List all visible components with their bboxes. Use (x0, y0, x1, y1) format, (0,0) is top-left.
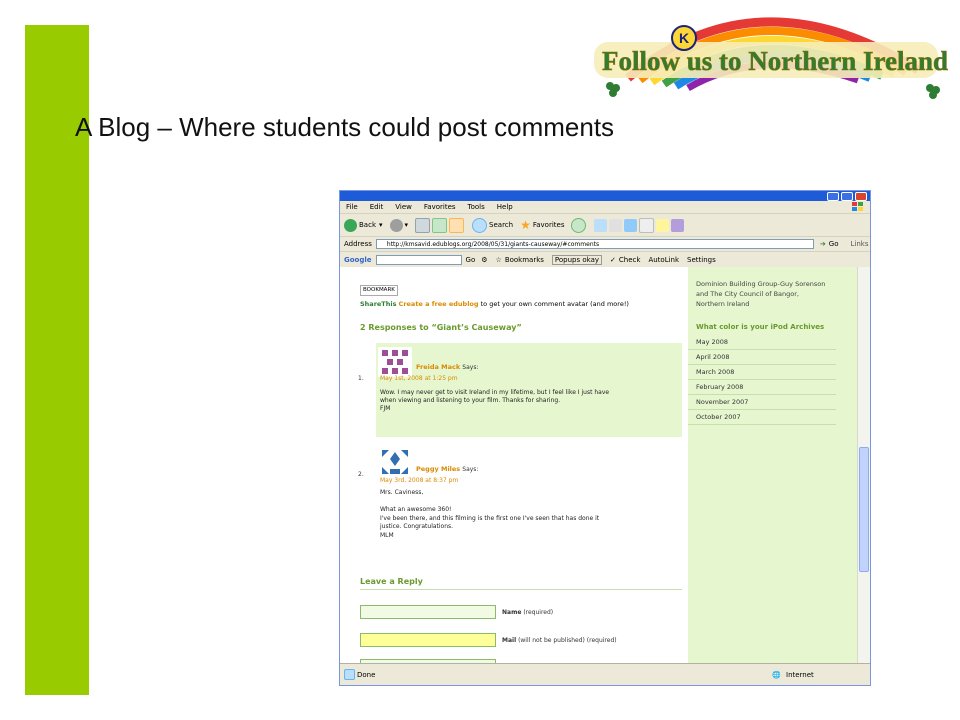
messenger-icon[interactable] (671, 218, 685, 232)
back-button[interactable]: Back ▾ (344, 218, 383, 232)
menu-bar: File Edit View Favorites Tools Help (340, 201, 870, 213)
browser-screenshot: File Edit View Favorites Tools Help Back… (339, 190, 871, 686)
bookmark-button[interactable]: BOOKMARK (360, 285, 398, 296)
rainbow-logo-icon: K Follow us to Northern Ireland (594, 17, 948, 99)
links-label[interactable]: Links (850, 240, 868, 248)
mail-icon[interactable] (594, 218, 608, 232)
google-logo: Google (344, 256, 372, 264)
status-text: Done (357, 670, 376, 679)
menu-file[interactable]: File (346, 203, 358, 211)
zone-globe-icon: 🌐 (772, 670, 781, 679)
refresh-icon[interactable] (432, 217, 448, 233)
go-button[interactable]: Go (829, 240, 839, 248)
stop-icon[interactable] (415, 217, 431, 233)
menu-tools[interactable]: Tools (468, 203, 485, 211)
windows-flag-icon (852, 202, 863, 211)
zone-text: Internet (786, 670, 814, 679)
star-icon: ★ (520, 218, 531, 232)
menu-view[interactable]: View (395, 203, 412, 211)
logo-text: Follow us to Northern Ireland (602, 46, 948, 76)
blog-sidebar: Dominion Building Group-Guy Sorenson and… (688, 267, 860, 665)
address-label: Address (344, 240, 372, 248)
identicon-avatar-icon (378, 447, 412, 477)
identicon-avatar-icon (378, 347, 412, 377)
menu-favorites[interactable]: Favorites (424, 203, 456, 211)
sidebar-intro: Dominion Building Group-Guy Sorenson and… (696, 280, 826, 308)
forward-arrow-icon (389, 218, 403, 232)
blog-main-column: BOOKMARK ShareThis Create a free edublog… (340, 267, 688, 667)
archives-heading: What color is your iPod Archives (696, 323, 825, 331)
slide-title: A Blog – Where students could post comme… (75, 112, 615, 142)
comment-author[interactable]: Peggy Miles (416, 465, 460, 473)
archives-list: May 2008 April 2008 March 2008 February … (688, 335, 836, 425)
bookmark-star-icon: ☆ (495, 256, 502, 264)
google-options-icon[interactable]: ⚙ (481, 256, 487, 264)
page-content: BOOKMARK ShareThis Create a free edublog… (340, 267, 860, 667)
share-text: to get your own comment avatar (and more… (480, 300, 629, 308)
share-line: ShareThis Create a free edublog to get y… (360, 300, 629, 308)
comment-date[interactable]: May 1st, 2008 at 1:25 pm (380, 375, 458, 382)
google-search-input[interactable] (375, 255, 462, 265)
check-button[interactable]: Check (619, 256, 641, 264)
folder-icon[interactable] (656, 218, 670, 232)
discuss-icon[interactable] (639, 217, 655, 233)
settings-button[interactable]: Settings (687, 256, 716, 264)
archive-item[interactable]: March 2008 (688, 365, 836, 380)
archive-item[interactable]: May 2008 (688, 335, 836, 350)
autolink-button[interactable]: AutoLink (648, 256, 679, 264)
spellcheck-icon: ✓ (610, 256, 616, 264)
archive-item[interactable]: February 2008 (688, 380, 836, 395)
menu-help[interactable]: Help (497, 203, 513, 211)
popups-okay-button[interactable]: Popups okay (551, 255, 603, 265)
edit-icon[interactable] (624, 218, 638, 232)
go-arrow-icon[interactable]: ➔ (820, 240, 826, 248)
print-icon[interactable] (609, 218, 623, 232)
comment-number: 2. (358, 471, 364, 478)
search-icon (472, 217, 488, 233)
search-button[interactable]: Search (472, 217, 513, 233)
archive-item[interactable]: November 2007 (688, 395, 836, 410)
create-edublog-link[interactable]: Create a free edublog (399, 300, 479, 308)
standard-toolbar: Back ▾ ▾ Search ★ Favorites (340, 213, 870, 236)
close-icon[interactable] (855, 192, 867, 201)
address-bar: Address http://kmsavid.edublogs.org/2008… (340, 236, 870, 251)
history-icon[interactable] (571, 217, 587, 233)
minimize-icon[interactable] (827, 192, 839, 201)
comment-body: Mrs. Caviness, What an awesome 360! I've… (380, 489, 600, 539)
forward-button[interactable]: ▾ (389, 218, 408, 232)
comment-date[interactable]: May 3rd, 2008 at 8:37 pm (380, 477, 458, 484)
scrollbar-thumb[interactable] (859, 447, 869, 572)
google-bookmarks-button[interactable]: Bookmarks (505, 256, 544, 264)
status-bar: Done 🌐 Internet (340, 663, 870, 685)
archive-item[interactable]: April 2008 (688, 350, 836, 365)
google-go-button[interactable]: Go (466, 256, 476, 264)
vertical-scrollbar[interactable] (857, 267, 870, 665)
responses-heading: 2 Responses to “Giant’s Causeway” (360, 323, 522, 332)
address-input[interactable]: http://kmsavid.edublogs.org/2008/05/31/g… (375, 239, 814, 249)
comment-2: Peggy Miles Says: May 3rd, 2008 at 8:37 … (376, 443, 682, 561)
back-arrow-icon (344, 218, 357, 232)
home-icon[interactable] (449, 217, 465, 233)
comment-number: 1. (358, 375, 364, 382)
name-label: Name (required) (502, 609, 554, 616)
name-input[interactable] (360, 605, 496, 619)
comment-author[interactable]: Freida Mack (416, 363, 460, 371)
maximize-icon[interactable] (841, 192, 853, 201)
northern-ireland-logo: K Follow us to Northern Ireland (588, 0, 948, 104)
archive-item[interactable]: October 2007 (688, 410, 836, 425)
mail-label: Mail (will not be published) (required) (502, 637, 617, 644)
comment-1: Freida Mack Says: May 1st, 2008 at 1:25 … (376, 343, 682, 437)
comment-body: Wow. I may never get to visit Ireland in… (380, 389, 610, 412)
page-icon (344, 669, 355, 680)
window-titlebar (340, 191, 870, 201)
leave-reply-heading: Leave a Reply (360, 577, 423, 586)
logo-badge: K (679, 30, 689, 46)
sharethis-link[interactable]: ShareThis (360, 300, 396, 308)
mail-input[interactable] (360, 633, 496, 647)
menu-edit[interactable]: Edit (370, 203, 384, 211)
favorites-button[interactable]: ★ Favorites (520, 218, 564, 232)
